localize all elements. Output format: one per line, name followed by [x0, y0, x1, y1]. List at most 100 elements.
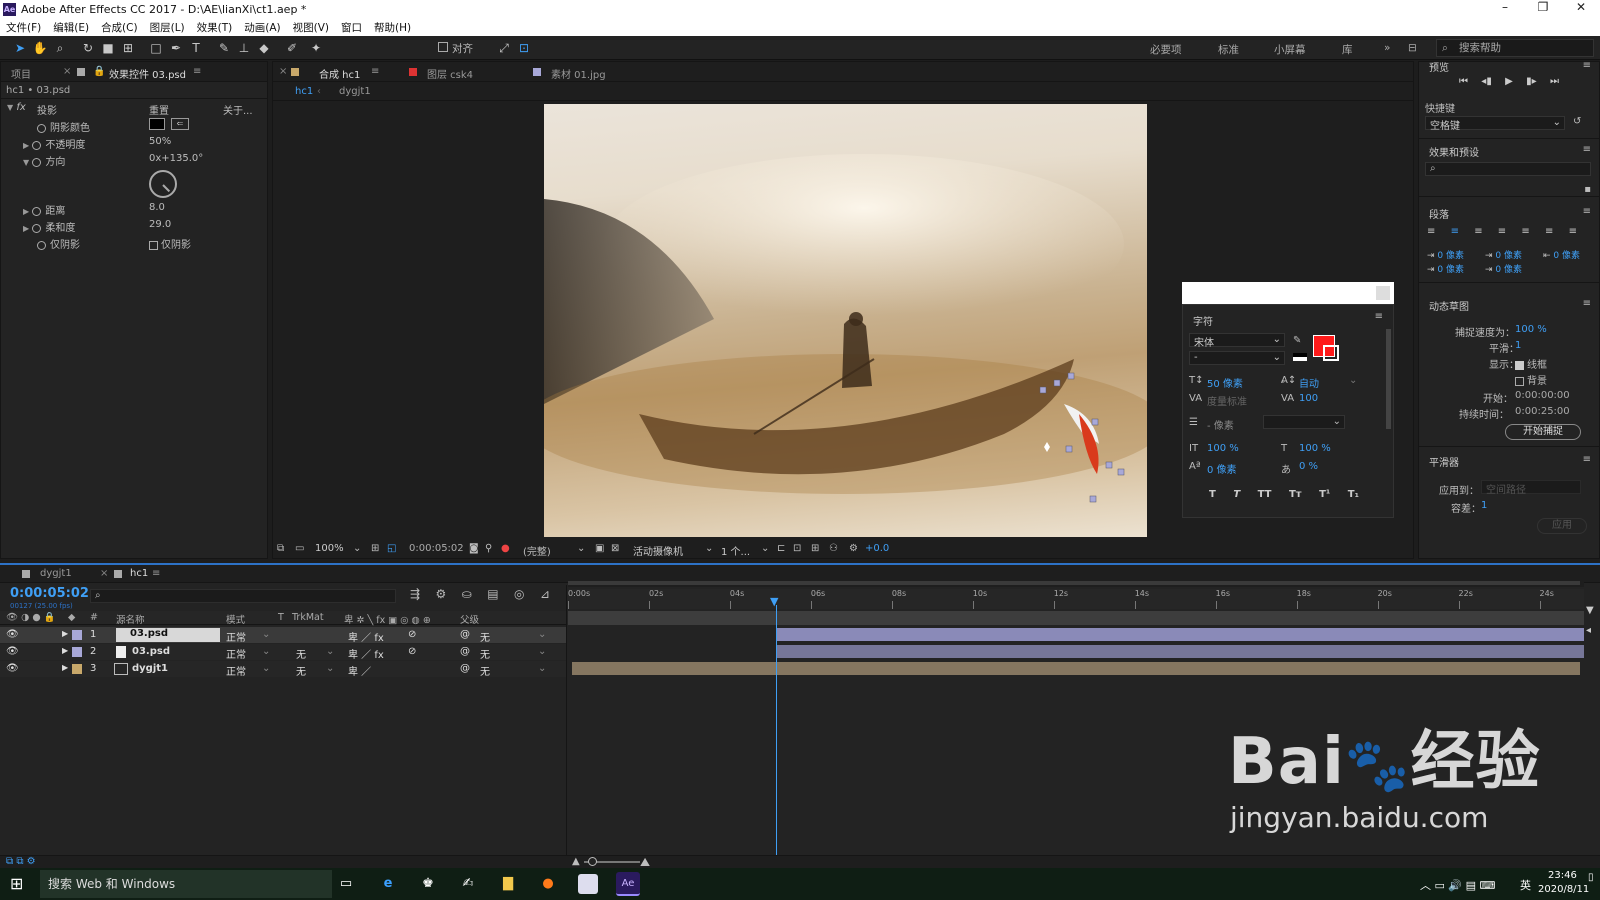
layer-row-2[interactable]: 👁 ▶ 2 03.psd 正常 ⌄ 无 ⌄ 卑 ／ fx ⊘ @ 无 ⌄ [0, 644, 566, 661]
chevron-down-icon[interactable]: ⌄ [353, 543, 361, 554]
all-caps-button[interactable]: TT [1258, 489, 1272, 500]
playhead-handle[interactable]: ▼ [770, 595, 778, 608]
menu-layer[interactable]: 图层(L) [150, 20, 185, 35]
menu-composition[interactable]: 合成(C) [101, 20, 138, 35]
font-family-dropdown[interactable]: 宋体 ⌄ [1189, 333, 1285, 349]
roto-brush-tool-icon[interactable]: ✐ [284, 40, 300, 56]
footer-toggle-icons[interactable]: ⧉ ⧉ ⚙ [6, 856, 36, 867]
layer-mode[interactable]: 正常 [226, 663, 246, 678]
next-frame-icon[interactable]: ▮▸ [1526, 76, 1537, 87]
align-center-icon[interactable]: ≡ [1451, 226, 1459, 237]
eyedropper-icon[interactable]: ⇐ [171, 118, 189, 130]
faux-italic-button[interactable]: T [1233, 489, 1240, 500]
black-white-swatch[interactable] [1293, 353, 1307, 361]
channel-icon[interactable]: ● [501, 543, 510, 554]
graph-editor-icon[interactable]: ⊿ [540, 587, 550, 601]
tab-comp-hc1[interactable]: 合成 hc1 [319, 66, 360, 81]
windows-start-icon[interactable]: ⊞ [10, 874, 23, 893]
layer-name[interactable]: dygjt1 [132, 663, 168, 674]
background-checkbox[interactable]: 背景 [1515, 372, 1547, 387]
chevron-down-icon[interactable]: ⌄ [262, 646, 270, 657]
indent-left[interactable]: ⇥ 0 像素 [1427, 248, 1464, 261]
tab-project[interactable]: 项目 [11, 66, 31, 81]
resolution-dropdown[interactable]: (完整) [523, 543, 551, 558]
panel-menu-icon[interactable]: ≡ [193, 66, 201, 77]
layer-parent[interactable]: 无 [480, 663, 490, 678]
chevron-down-icon[interactable]: ⌄ [326, 663, 334, 674]
timeline-search-input[interactable]: ⌕ [90, 589, 396, 603]
chevron-down-icon[interactable]: ⌄ [538, 629, 546, 640]
layer-3-duration-bar[interactable] [572, 662, 1580, 675]
panel-menu-icon[interactable]: ≡ [1583, 206, 1591, 217]
apply-button[interactable]: 应用 [1537, 518, 1587, 534]
transparency-grid-icon[interactable]: ⊠ [611, 543, 619, 554]
layer-row-1[interactable]: 👁 ▶ 1 03.psd 正常 ⌄ 卑 ／ fx ⊘ @ 无 ⌄ [0, 627, 566, 644]
subscript-button[interactable]: T₁ [1348, 489, 1359, 500]
effect-expand-toggle[interactable]: ▼ fx [7, 102, 26, 113]
frame-blending-icon[interactable]: ▤ [487, 587, 498, 601]
new-preset-icon[interactable]: ▪ [1584, 184, 1591, 195]
chevron-down-icon[interactable]: ⌄ [538, 646, 546, 657]
snap-option-icon[interactable]: ⤢ [496, 40, 512, 56]
stroke-width-value[interactable]: - 像素 [1207, 417, 1234, 432]
eye-icon[interactable]: 👁 [6, 629, 19, 640]
eraser-tool-icon[interactable]: ◆ [256, 40, 272, 56]
panel-menu-icon[interactable]: ≡ [152, 568, 160, 579]
close-button[interactable]: ✕ [1562, 0, 1600, 14]
rectangle-tool-icon[interactable]: □ [148, 40, 164, 56]
clone-stamp-tool-icon[interactable]: ⊥ [236, 40, 252, 56]
panel-menu-icon[interactable]: ≡ [1583, 144, 1591, 155]
brush-tool-icon[interactable]: ✎ [216, 40, 232, 56]
last-frame-icon[interactable]: ⏭ [1550, 76, 1559, 87]
layer-parent[interactable]: 无 [480, 629, 490, 644]
softness-value[interactable]: 29.0 [149, 219, 171, 230]
editor-app-icon[interactable] [578, 874, 598, 894]
close-tab-icon[interactable]: × [63, 66, 71, 77]
show-snapshot-icon[interactable]: ⚲ [485, 543, 492, 554]
edge-browser-icon[interactable]: e [378, 874, 398, 894]
expand-layer-icon[interactable]: ▶ [62, 629, 68, 638]
stopwatch-icon[interactable] [32, 223, 42, 233]
apply-to-dropdown[interactable]: 空间路径 [1481, 480, 1581, 496]
font-size-value[interactable]: 50 像素 [1207, 375, 1243, 390]
expand-layer-icon[interactable]: ▶ [62, 663, 68, 672]
horizontal-scale-value[interactable]: 100 % [1299, 443, 1331, 454]
stopwatch-icon[interactable] [32, 140, 42, 150]
panel-menu-icon[interactable]: ≡ [1375, 311, 1383, 322]
minimize-button[interactable]: – [1486, 0, 1524, 14]
layer-label-swatch[interactable] [72, 630, 82, 640]
hand-tool-icon[interactable]: ✋ [32, 40, 48, 56]
layer-switches[interactable]: 卑 ／ [348, 663, 371, 678]
more-workspaces-icon[interactable]: » [1384, 42, 1390, 54]
justify-all-icon[interactable]: ≡ [1569, 226, 1577, 237]
layer-1-duration-bar[interactable] [776, 628, 1584, 641]
shy-layers-icon[interactable]: ⛀ [462, 587, 472, 601]
layer-end-keyframe-icon[interactable]: ◂ [1586, 625, 1591, 636]
stopwatch-icon[interactable] [32, 157, 42, 167]
fit-icon[interactable]: ⊞ [371, 543, 379, 554]
layer-mode[interactable]: 正常 [226, 646, 246, 661]
work-area-bar[interactable] [568, 579, 1584, 587]
shadow-only-checkbox[interactable]: 仅阴影 [149, 236, 191, 251]
clock-time[interactable]: 23:46 [1548, 870, 1577, 881]
timeline-icon[interactable]: ⊞ [811, 543, 819, 554]
type-tool-icon[interactable]: T [188, 40, 204, 56]
workspace-standard[interactable]: 标准 [1218, 42, 1239, 57]
always-preview-icon[interactable]: ⧉ [277, 543, 284, 554]
baseline-shift-value[interactable]: 0 像素 [1207, 461, 1237, 476]
superscript-button[interactable]: T¹ [1319, 489, 1330, 500]
work-area-range[interactable] [568, 611, 1584, 625]
roi-icon[interactable]: ▣ [595, 543, 604, 554]
tab-dygjt1[interactable]: dygjt1 [40, 568, 72, 579]
effect-reset-button[interactable]: 重置 [149, 102, 169, 117]
menu-help[interactable]: 帮助(H) [374, 20, 411, 35]
chevron-down-icon[interactable]: ⌄ [262, 663, 270, 674]
clock-date[interactable]: 2020/8/11 [1538, 884, 1589, 895]
prev-frame-icon[interactable]: ◂▮ [1481, 76, 1492, 87]
restore-button[interactable]: ❐ [1524, 0, 1562, 14]
notification-icon[interactable]: ▯ [1588, 872, 1594, 883]
eye-icon[interactable]: 👁 [6, 663, 19, 674]
menu-edit[interactable]: 编辑(E) [53, 20, 89, 35]
selection-tool-icon[interactable]: ➤ [12, 40, 28, 56]
capture-speed-value[interactable]: 100 % [1515, 324, 1547, 335]
